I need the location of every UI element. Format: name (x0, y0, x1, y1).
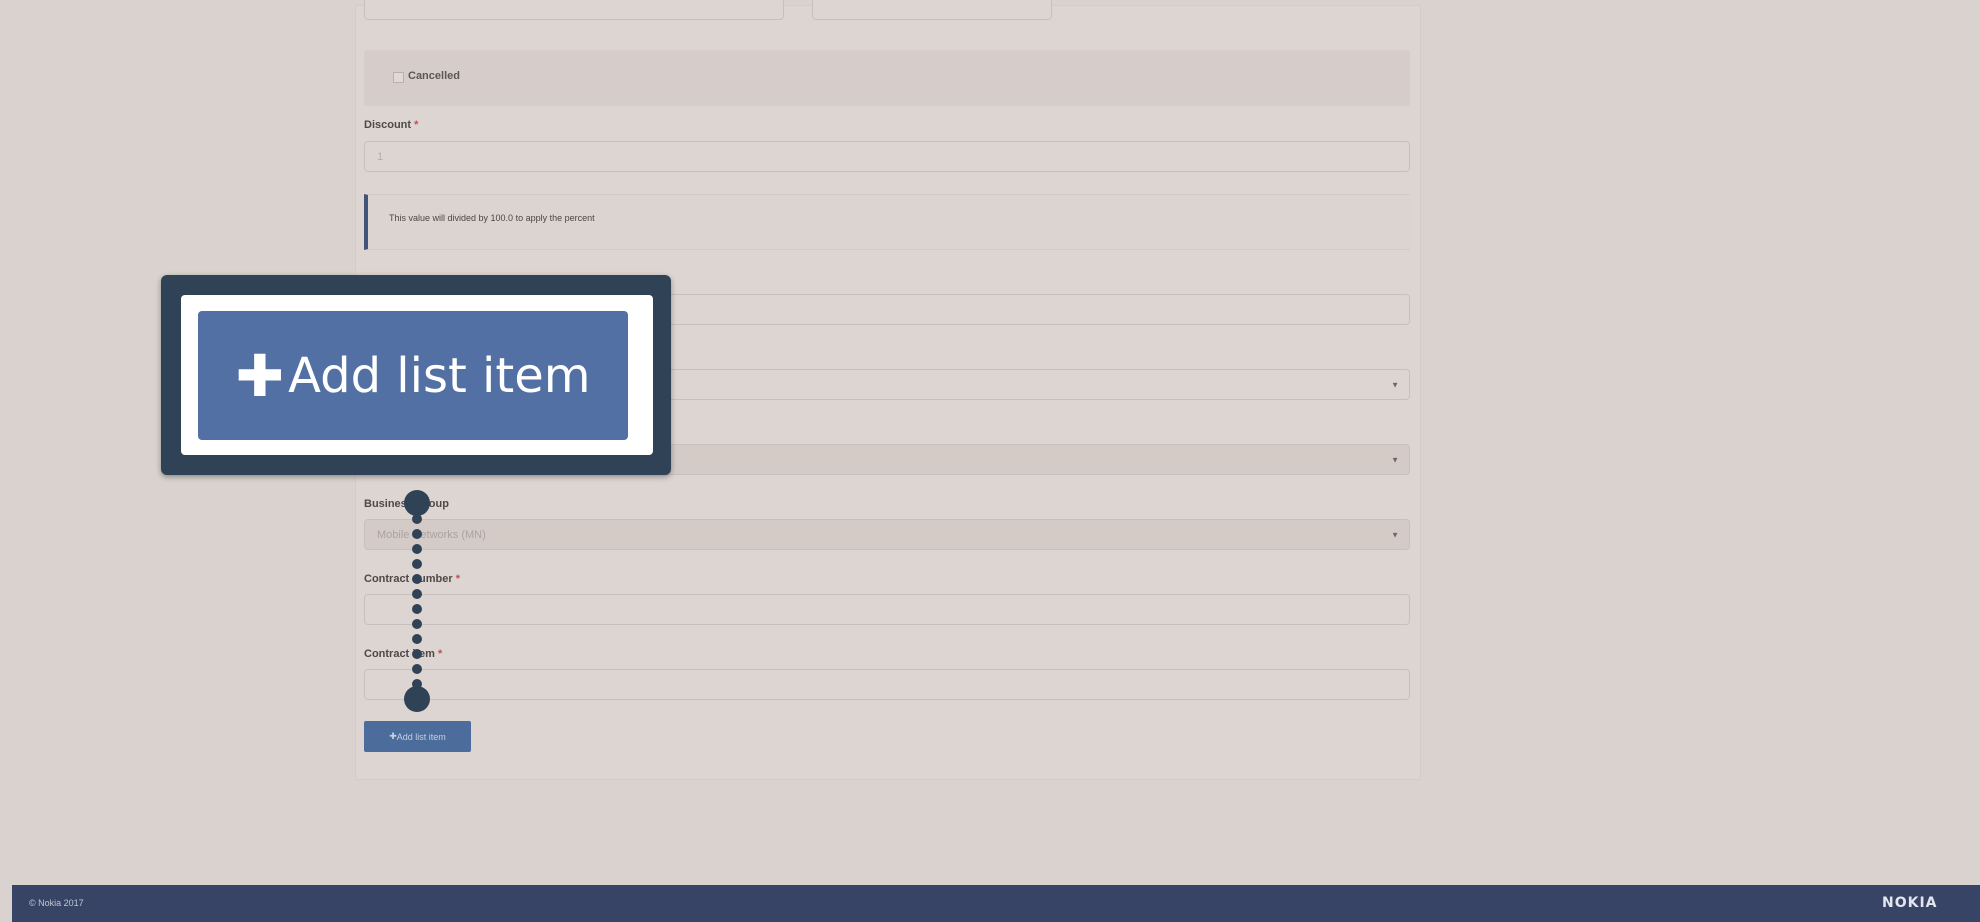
connector-dot (412, 604, 422, 614)
connector-dot (412, 634, 422, 644)
connector-dot (412, 589, 422, 599)
connector-dot (412, 574, 422, 584)
plus-icon: ✚ (235, 341, 285, 410)
nokia-logo: NOKIA (1882, 895, 1938, 911)
connector-dot (412, 514, 422, 524)
connector-dot (412, 544, 422, 554)
connector-dot (412, 559, 422, 569)
footer (12, 885, 1980, 922)
connector-dot (412, 529, 422, 539)
connector-dot (412, 649, 422, 659)
connector-end-dot (404, 686, 430, 712)
connector-start-dot (404, 490, 430, 516)
footer-copyright: © Nokia 2017 (29, 898, 84, 908)
callout-label: Add list item (288, 347, 591, 404)
connector-dot (412, 619, 422, 629)
connector-dot (412, 664, 422, 674)
callout-add-list-item: ✚ Add list item (198, 311, 628, 440)
